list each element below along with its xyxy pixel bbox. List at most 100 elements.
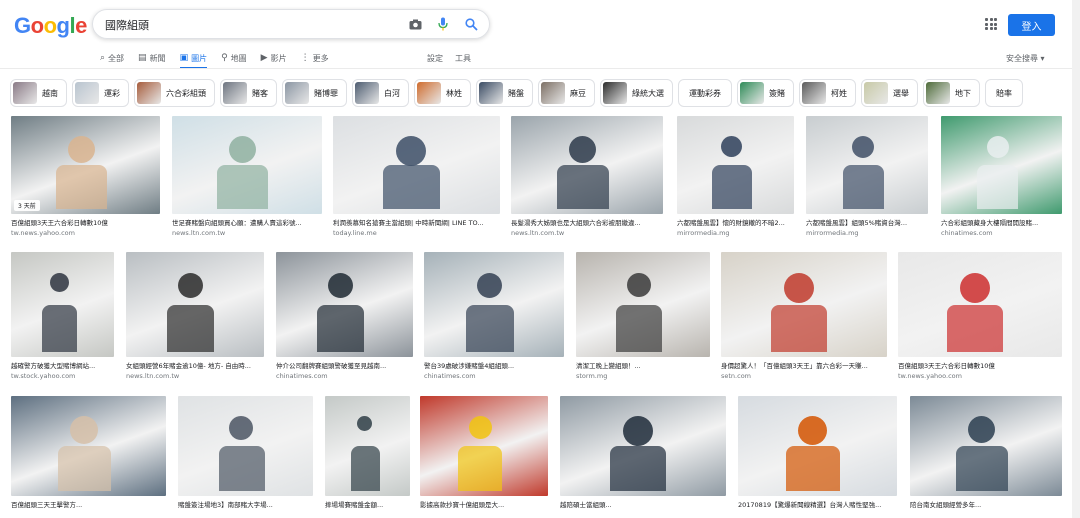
result-title[interactable]: 長髮湯秀大姊頭也是大組頭六合彩被朋繳違... <box>511 217 663 227</box>
login-button[interactable]: 登入 <box>1008 14 1055 36</box>
related-chip[interactable]: 簽賭 <box>737 79 794 107</box>
result-thumbnail[interactable] <box>910 396 1062 496</box>
related-chip[interactable]: 麻豆 <box>538 79 595 107</box>
related-chip[interactable]: 林姓 <box>414 79 471 107</box>
image-result[interactable]: 賭盤簽注場地3】南部賭大字場... <box>178 396 313 509</box>
result-thumbnail[interactable] <box>420 396 548 496</box>
search-icon[interactable] <box>463 16 479 32</box>
result-title[interactable]: 百億組頭3天王六合彩日轉數10億 <box>11 217 160 227</box>
image-result[interactable]: 世足賽賭盤向組頭買心願：遭購人賣這彩號... news.ltn.com.tw <box>172 116 322 237</box>
result-title[interactable]: 越陪碩士當組頭... <box>560 499 726 509</box>
image-result[interactable]: 利潤羨慕知名搶賽主當組頭| 中時新聞網| LINE TO... today.lin… <box>333 116 500 237</box>
result-title[interactable]: 警台39處破涉嫌賭盤4組組頭... <box>424 360 564 370</box>
image-result[interactable]: 百億組頭三天王擊警方... <box>11 396 166 509</box>
image-result[interactable]: 百億組頭3天王六合彩日轉數10億 tw.news.yahoo.com <box>898 252 1062 380</box>
related-chip[interactable]: 賭博罪 <box>282 79 347 107</box>
photo-figure <box>477 273 502 298</box>
result-thumbnail[interactable]: 3 天前 <box>11 116 160 214</box>
image-result[interactable]: 身價超驚人！「百億組頭3天王」靠六合彩一天賺... setn.com <box>721 252 887 380</box>
result-title[interactable]: 六都賭盤風雲】懷的財鏡轍的不暗2... <box>677 217 794 227</box>
tab-3[interactable]: ⚲ 地圖 <box>221 50 247 66</box>
image-result[interactable]: 女組頭經營6年賭金逾10億- 地方- 自由時... news.ltn.com.tw <box>126 252 264 380</box>
result-thumbnail[interactable] <box>11 252 114 357</box>
result-thumbnail[interactable] <box>126 252 264 357</box>
image-result[interactable]: 20170819【驚爆新聞線精選】台灣人賭性堅強... <box>738 396 897 509</box>
result-title[interactable]: 陪台南女組頭經營多年... <box>910 499 1062 509</box>
result-title[interactable]: 利潤羨慕知名搶賽主當組頭| 中時新聞網| LINE TO... <box>333 217 500 227</box>
result-thumbnail[interactable] <box>11 396 166 496</box>
photo-figure <box>219 446 265 491</box>
result-title[interactable]: 摔場場賽賭盤金額... <box>325 499 410 509</box>
safe-search-toggle[interactable]: 安全搜尋 ▾ <box>1006 53 1045 64</box>
result-thumbnail[interactable] <box>172 116 322 214</box>
related-chip[interactable]: 運動彩券 <box>678 79 732 107</box>
camera-icon[interactable] <box>407 16 423 32</box>
result-title[interactable]: 百億組頭三天王擊警方... <box>11 499 166 509</box>
apps-grid-icon[interactable] <box>985 18 997 30</box>
result-title[interactable]: 20170819【驚爆新聞線精選】台灣人賭性堅強... <box>738 499 897 509</box>
result-thumbnail[interactable] <box>721 252 887 357</box>
related-chip[interactable]: 賭客 <box>220 79 277 107</box>
related-chip[interactable]: 地下 <box>923 79 980 107</box>
settings-link[interactable]: 設定 <box>427 53 443 64</box>
scrollbar[interactable] <box>1072 0 1080 518</box>
image-result[interactable]: 長髮湯秀大姊頭也是大組頭六合彩被朋繳違... news.ltn.com.tw <box>511 116 663 237</box>
related-chip[interactable]: 賠率 <box>985 79 1023 107</box>
result-title[interactable]: 世足賽賭盤向組頭買心願：遭購人賣這彩號... <box>172 217 322 227</box>
tab-1[interactable]: ▤ 新聞 <box>138 50 166 66</box>
tab-2[interactable]: ▣ 圖片 <box>179 50 207 69</box>
result-title[interactable]: 清潔工晚上變組頭！... <box>576 360 710 370</box>
image-result[interactable]: 越確警方破獲大型賭博網站... tw.stock.yahoo.com <box>11 252 114 380</box>
result-title[interactable]: 百億組頭3天王六合彩日轉數10億 <box>898 360 1062 370</box>
related-chip[interactable]: 白河 <box>352 79 409 107</box>
search-input[interactable]: 國際組頭 <box>105 17 149 33</box>
result-title[interactable]: 女組頭經營6年賭金逾10億- 地方- 自由時... <box>126 360 264 370</box>
image-result[interactable]: 六都賭盤風雲】懷的財鏡轍的不暗2... mirrormedia.mg <box>677 116 794 237</box>
result-thumbnail[interactable] <box>806 116 928 214</box>
google-logo[interactable]: Google <box>14 13 87 39</box>
related-chip[interactable]: 越南 <box>10 79 67 107</box>
result-thumbnail[interactable] <box>178 396 313 496</box>
related-chip[interactable]: 選舉 <box>861 79 918 107</box>
image-result[interactable]: 3 天前 百億組頭3天王六合彩日轉數10億 tw.news.yahoo.com <box>11 116 160 237</box>
result-title[interactable]: 賭盤簽注場地3】南部賭大字場... <box>178 499 313 509</box>
result-title[interactable]: 影據高款抄寶十億組頭是大... <box>420 499 548 509</box>
result-thumbnail[interactable] <box>941 116 1062 214</box>
image-result[interactable]: 越陪碩士當組頭... <box>560 396 726 509</box>
result-title[interactable]: 仲介公司翻牌賽組頭警破獲至見越南... <box>276 360 413 370</box>
result-thumbnail[interactable] <box>677 116 794 214</box>
photo-figure <box>396 136 426 166</box>
related-chip[interactable]: 柯姓 <box>799 79 856 107</box>
tab-0[interactable]: ⌕ 全部 <box>100 50 124 66</box>
result-thumbnail[interactable] <box>276 252 413 357</box>
image-result[interactable]: 影據高款抄寶十億組頭是大... <box>420 396 548 509</box>
image-result[interactable]: 六都賭盤風雲】組頭5%賭資台灣... mirrormedia.mg <box>806 116 928 237</box>
result-thumbnail[interactable] <box>511 116 663 214</box>
image-result[interactable]: 陪台南女組頭經營多年... <box>910 396 1062 509</box>
related-chip[interactable]: 賭盤 <box>476 79 533 107</box>
result-thumbnail[interactable] <box>325 396 410 496</box>
related-chip[interactable]: 六合彩組頭 <box>134 79 215 107</box>
image-result[interactable]: 六合彩組頭藏身大樓隔間開設賭... chinatimes.com <box>941 116 1062 237</box>
result-title[interactable]: 六合彩組頭藏身大樓隔間開設賭... <box>941 217 1062 227</box>
microphone-icon[interactable] <box>435 16 451 32</box>
image-result[interactable]: 警台39處破涉嫌賭盤4組組頭... chinatimes.com <box>424 252 564 380</box>
result-thumbnail[interactable] <box>738 396 897 496</box>
result-title[interactable]: 越確警方破獲大型賭博網站... <box>11 360 114 370</box>
result-title[interactable]: 六都賭盤風雲】組頭5%賭資台灣... <box>806 217 928 227</box>
image-result[interactable]: 仲介公司翻牌賽組頭警破獲至見越南... chinatimes.com <box>276 252 413 380</box>
result-thumbnail[interactable] <box>576 252 710 357</box>
result-thumbnail[interactable] <box>424 252 564 357</box>
tab-5[interactable]: ⋮ 更多 <box>301 50 329 66</box>
related-chip[interactable]: 綠統大選 <box>600 79 673 107</box>
result-thumbnail[interactable] <box>333 116 500 214</box>
result-thumbnail[interactable] <box>560 396 726 496</box>
image-result[interactable]: 摔場場賽賭盤金額... <box>325 396 410 509</box>
result-thumbnail[interactable] <box>898 252 1062 357</box>
tools-link[interactable]: 工具 <box>455 53 471 64</box>
related-chip[interactable]: 運彩 <box>72 79 129 107</box>
search-box[interactable]: 國際組頭 <box>92 9 490 39</box>
result-title[interactable]: 身價超驚人！「百億組頭3天王」靠六合彩一天賺... <box>721 360 887 370</box>
image-result[interactable]: 清潔工晚上變組頭！... storm.mg <box>576 252 710 380</box>
tab-4[interactable]: ▶ 影片 <box>261 50 287 66</box>
